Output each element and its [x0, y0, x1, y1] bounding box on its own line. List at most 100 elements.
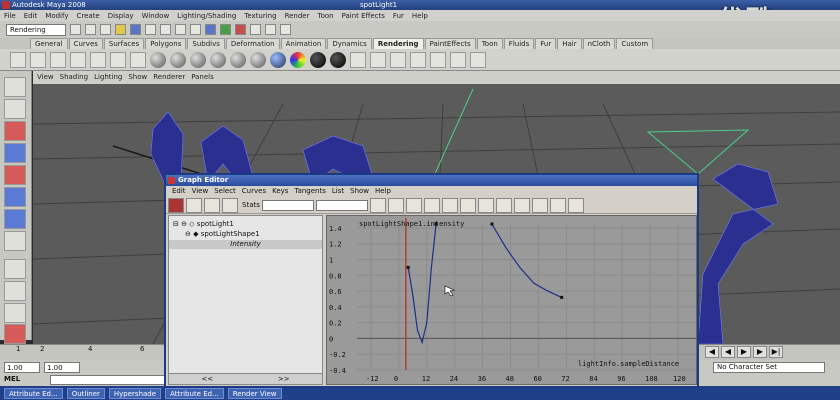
- graph-editor-menu-item[interactable]: Curves: [242, 186, 266, 197]
- viewport-menu-item[interactable]: Shading: [60, 71, 88, 84]
- select-component-icon[interactable]: [145, 24, 156, 35]
- rotate-tool-icon[interactable]: [4, 165, 26, 185]
- ipr-render-icon[interactable]: [235, 24, 246, 35]
- history-icon[interactable]: [205, 24, 216, 35]
- directional-light-icon[interactable]: [30, 51, 46, 68]
- shelf-tab[interactable]: nCloth: [582, 38, 616, 49]
- manipulator-tool-icon[interactable]: [4, 209, 26, 229]
- plateau-tangent-icon[interactable]: [495, 197, 512, 213]
- viewport-menu-item[interactable]: View: [37, 71, 54, 84]
- ambient-light-icon[interactable]: [10, 51, 26, 68]
- viewport-menu-item[interactable]: Lighting: [94, 71, 122, 84]
- save-scene-icon[interactable]: [100, 24, 111, 35]
- viewport-menu-item[interactable]: Show: [128, 71, 147, 84]
- hypershade-icon[interactable]: [350, 51, 366, 68]
- step-forward-icon[interactable]: ▶: [753, 346, 767, 358]
- outliner-item-spotlight-shape[interactable]: ⊖ ◆ spotLightShape1: [185, 230, 260, 238]
- shelf-tab[interactable]: Fluids: [503, 38, 535, 49]
- shelf-tab[interactable]: Polygons: [145, 38, 187, 49]
- new-scene-icon[interactable]: [70, 24, 81, 35]
- insert-key-tool-icon[interactable]: [186, 197, 202, 213]
- taskbar-button[interactable]: Render View: [227, 387, 282, 399]
- snap-grid-icon[interactable]: [160, 24, 171, 35]
- main-menu-item[interactable]: Fur: [393, 12, 404, 20]
- shelf-tab[interactable]: Rendering: [372, 38, 424, 49]
- render-settings-icon[interactable]: [250, 24, 261, 35]
- scroll-right-button[interactable]: >>: [278, 374, 290, 384]
- select-tool-icon[interactable]: [4, 77, 26, 97]
- scale-tool-icon[interactable]: [4, 187, 26, 207]
- shelf-tab[interactable]: Dynamics: [327, 38, 372, 49]
- viewport-menu-item[interactable]: Renderer: [153, 71, 185, 84]
- camera-icon[interactable]: [130, 51, 146, 68]
- spline-tangent-icon[interactable]: [405, 197, 422, 213]
- go-to-end-icon[interactable]: ▶|: [769, 346, 783, 358]
- render-icon[interactable]: [220, 24, 231, 35]
- flat-tangent-icon[interactable]: [459, 197, 476, 213]
- swap-buffer-icon[interactable]: [567, 197, 584, 213]
- current-time-field[interactable]: 1.00: [44, 361, 80, 373]
- move-key-tool-icon[interactable]: [168, 197, 184, 213]
- stats-field-value[interactable]: [315, 199, 368, 211]
- main-menu-item[interactable]: Window: [142, 12, 170, 20]
- lambert-material-icon[interactable]: [150, 51, 166, 68]
- main-menu-item[interactable]: Paint Effects: [342, 12, 385, 20]
- channel-box-toggle-icon[interactable]: [265, 24, 276, 35]
- taskbar-button[interactable]: Outliner: [66, 387, 105, 399]
- shelf-tab[interactable]: Custom: [616, 38, 654, 49]
- volume-light-icon[interactable]: [110, 51, 126, 68]
- light-linking-icon[interactable]: [430, 51, 446, 68]
- graph-editor-title-bar[interactable]: Graph Editor: [166, 175, 697, 186]
- buffer-curve-icon[interactable]: [549, 197, 566, 213]
- taskbar-button[interactable]: Attribute Ed...: [4, 387, 63, 399]
- surface-shader-icon[interactable]: [310, 51, 326, 68]
- shading-group-icon[interactable]: [470, 51, 486, 68]
- main-menu-item[interactable]: Lighting/Shading: [177, 12, 236, 20]
- outliner-item-spotlight[interactable]: ⊟ ⊖ ◇ spotLight1: [173, 220, 234, 228]
- step-tangent-icon[interactable]: [477, 197, 494, 213]
- scroll-left-button[interactable]: <<: [201, 374, 213, 384]
- menu-set-dropdown[interactable]: Rendering: [6, 23, 66, 36]
- select-object-icon[interactable]: [130, 24, 141, 35]
- last-tool-icon[interactable]: [4, 231, 26, 251]
- snap-point-icon[interactable]: [190, 24, 201, 35]
- outliner-layout-icon[interactable]: [4, 303, 26, 323]
- select-hierarchy-icon[interactable]: [115, 24, 126, 35]
- graph-editor-menu-item[interactable]: Select: [214, 186, 236, 197]
- graph-editor-layout-icon[interactable]: [4, 324, 26, 344]
- phong-e-material-icon[interactable]: [210, 51, 226, 68]
- play-back-icon[interactable]: ◀: [721, 346, 735, 358]
- shelf-tab[interactable]: Surfaces: [103, 38, 145, 49]
- shelf-tab[interactable]: Deformation: [225, 38, 280, 49]
- graph-editor-menu-item[interactable]: View: [192, 186, 209, 197]
- frame-selection-icon[interactable]: [387, 197, 404, 213]
- main-menu-item[interactable]: Display: [108, 12, 134, 20]
- main-menu-item[interactable]: Edit: [24, 12, 38, 20]
- start-time-field[interactable]: 1.00: [4, 361, 40, 373]
- move-tool-icon[interactable]: [4, 143, 26, 163]
- main-menu-item[interactable]: Create: [76, 12, 99, 20]
- taskbar-button[interactable]: Hypershade: [108, 387, 162, 399]
- viewport-menu-item[interactable]: Panels: [191, 71, 214, 84]
- linear-tangent-icon[interactable]: [441, 197, 458, 213]
- clamped-tangent-icon[interactable]: [423, 197, 440, 213]
- graph-editor-menu-item[interactable]: Help: [375, 186, 391, 197]
- outliner-item-intensity[interactable]: Intensity: [169, 240, 322, 249]
- area-light-icon[interactable]: [90, 51, 106, 68]
- lasso-tool-icon[interactable]: [4, 99, 26, 119]
- single-perspective-layout-icon[interactable]: [4, 259, 26, 279]
- four-view-layout-icon[interactable]: [4, 281, 26, 301]
- shelf-tab[interactable]: Hair: [557, 38, 582, 49]
- graph-editor-menu-item[interactable]: Tangents: [294, 186, 325, 197]
- paint-select-tool-icon[interactable]: [4, 121, 26, 141]
- graph-editor-menu-item[interactable]: Edit: [172, 186, 186, 197]
- curve-graph-area[interactable]: 1.4 1.2 1 0.8 0.6 0.4 0.2 0 -0.2 -0.4 -12 0 12 24 36 48…: [326, 215, 697, 385]
- use-background-icon[interactable]: [330, 51, 346, 68]
- open-scene-icon[interactable]: [85, 24, 96, 35]
- shelf-tab[interactable]: PaintEffects: [424, 38, 476, 49]
- main-menu-item[interactable]: File: [4, 12, 16, 20]
- shelf-tab[interactable]: Subdivs: [187, 38, 225, 49]
- graph-editor-menu-item[interactable]: List: [332, 186, 344, 197]
- layered-shader-icon[interactable]: [250, 51, 266, 68]
- shelf-tab[interactable]: Curves: [68, 38, 103, 49]
